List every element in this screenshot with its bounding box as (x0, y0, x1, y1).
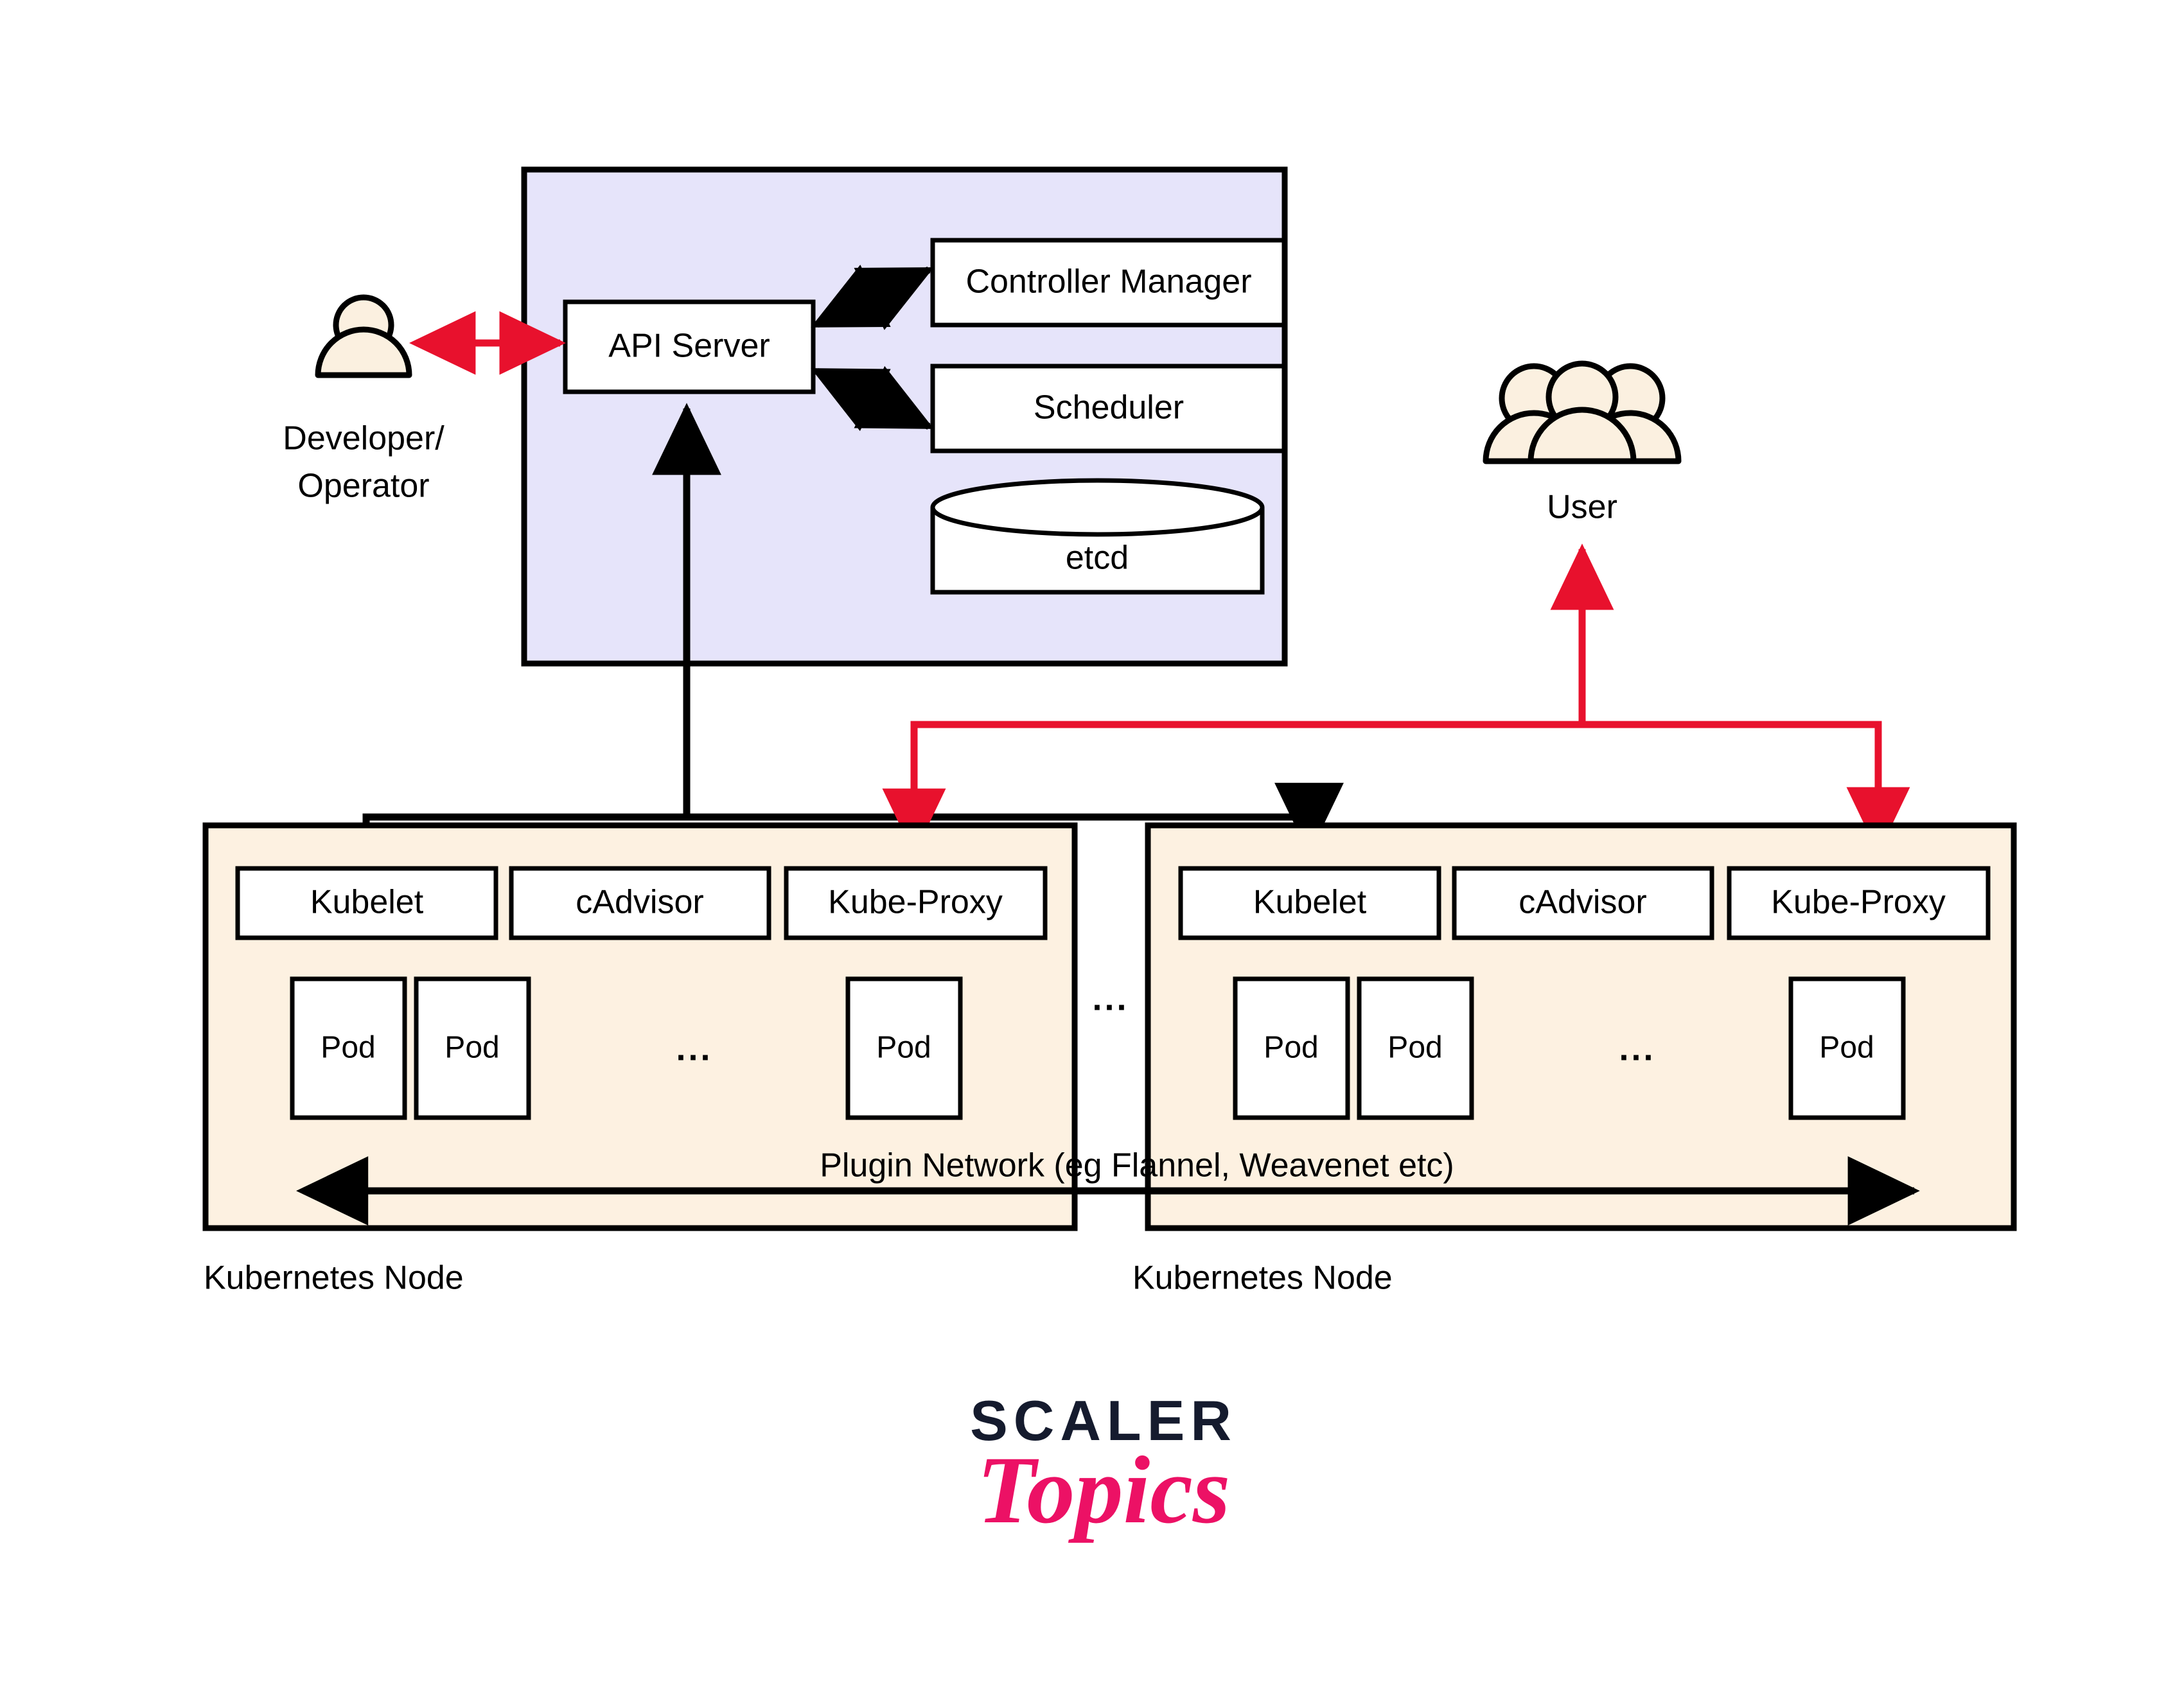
node-left-pod-2-label: Pod (445, 1031, 499, 1065)
developer-operator-label-line2: Operator (297, 468, 429, 505)
node-left-kubelet-label: Kubelet (310, 884, 424, 921)
api-server-box[interactable]: API Server (563, 299, 816, 394)
node-right-kubelet-box[interactable]: Kubelet (1178, 866, 1441, 940)
kubernetes-node-left[interactable]: Kubelet cAdvisor Kube-Proxy Pod Pod ... (202, 822, 1078, 1297)
developer-operator-actor[interactable]: Developer/ Operator (283, 294, 445, 505)
node-left-pod-3[interactable]: Pod (845, 976, 963, 1120)
user-actor[interactable]: User (1483, 360, 1682, 526)
single-person-icon (315, 294, 412, 378)
node-right-cadvisor-label: cAdvisor (1519, 884, 1646, 921)
controller-manager-box[interactable]: Controller Manager (930, 238, 1287, 328)
node-left-pods-ellipsis: ... (676, 1029, 712, 1068)
api-server-label: API Server (608, 328, 770, 365)
node-right-pod-3[interactable]: Pod (1788, 976, 1906, 1120)
etcd-label: etcd (1066, 540, 1129, 577)
node-left-cadvisor-box[interactable]: cAdvisor (509, 866, 771, 940)
kubernetes-architecture-diagram: API Server Controller Manager Scheduler … (202, 166, 2017, 1543)
scaler-topics-logo: SCALER Topics (970, 1389, 1231, 1543)
node-left-pod-3-label: Pod (876, 1031, 931, 1065)
person-body (315, 326, 412, 378)
node-right-kubelet-label: Kubelet (1253, 884, 1367, 921)
user-label: User (1547, 489, 1617, 526)
node-left-pod-1[interactable]: Pod (290, 976, 407, 1120)
developer-operator-label-line1: Developer/ (283, 420, 445, 457)
topics-scriptmark: Topics (977, 1437, 1230, 1543)
node-left-pod-2[interactable]: Pod (414, 976, 531, 1120)
node-right-kube-proxy-label: Kube-Proxy (1771, 884, 1946, 921)
kubernetes-node-right[interactable]: Kubelet cAdvisor Kube-Proxy Pod Pod ... (1132, 822, 2017, 1297)
node-right-pod-2[interactable]: Pod (1357, 976, 1474, 1120)
node-left-pod-1-label: Pod (321, 1031, 375, 1065)
scheduler-label: Scheduler (1034, 389, 1184, 426)
node-right-pod-1[interactable]: Pod (1233, 976, 1350, 1120)
node-right-cadvisor-box[interactable]: cAdvisor (1452, 866, 1714, 940)
node-left-cadvisor-label: cAdvisor (576, 884, 703, 921)
controller-manager-label: Controller Manager (965, 263, 1251, 301)
etcd-top-ellipse (930, 478, 1265, 537)
node-right-pods-ellipsis: ... (1619, 1029, 1655, 1068)
kubernetes-node-right-label: Kubernetes Node (1132, 1260, 1393, 1297)
node-left-kube-proxy-box[interactable]: Kube-Proxy (784, 866, 1048, 940)
plugin-network-label: Plugin Network (eg Flannel, Weavenet etc… (820, 1147, 1454, 1184)
etcd-cylinder[interactable]: etcd (930, 478, 1265, 595)
scheduler-box[interactable]: Scheduler (930, 364, 1287, 453)
node-left-kube-proxy-label: Kube-Proxy (828, 884, 1003, 921)
user-group-icon (1483, 360, 1682, 464)
node-right-kube-proxy-box[interactable]: Kube-Proxy (1727, 866, 1991, 940)
diagram-canvas: API Server Controller Manager Scheduler … (0, 0, 2184, 1688)
between-nodes-ellipsis: ... (1092, 979, 1129, 1017)
node-right-pod-3-label: Pod (1819, 1031, 1874, 1065)
node-right-pod-1-label: Pod (1264, 1031, 1318, 1065)
kubernetes-node-left-label: Kubernetes Node (204, 1260, 464, 1297)
node-right-pod-2-label: Pod (1387, 1031, 1442, 1065)
node-left-kubelet-box[interactable]: Kubelet (235, 866, 498, 940)
